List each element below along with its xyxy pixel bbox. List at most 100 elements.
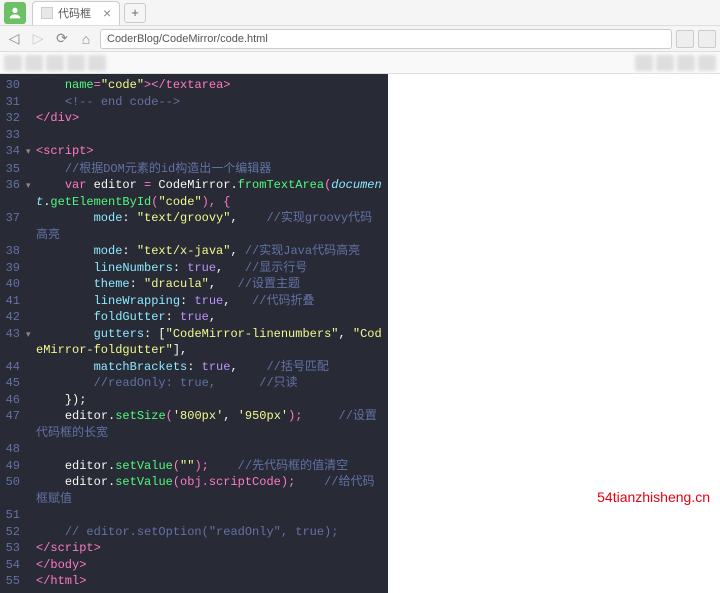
code-line[interactable]: 36▾ var editor = CodeMirror.fromTextArea…	[0, 177, 388, 210]
code-content[interactable]: gutters: ["CodeMirror-linenumbers", "Cod…	[36, 326, 388, 359]
code-line[interactable]: 40 theme: "dracula", //设置主题	[0, 276, 388, 293]
fold-marker-icon	[26, 441, 36, 458]
code-line[interactable]: 51	[0, 507, 388, 524]
code-line[interactable]: 49 editor.setValue(""); //先代码框的值清空	[0, 458, 388, 475]
line-number: 52	[0, 524, 26, 541]
code-content[interactable]: //根据DOM元素的id构造出一个编辑器	[36, 161, 388, 178]
code-line[interactable]: 34▾<script>	[0, 143, 388, 161]
fold-marker-icon	[26, 127, 36, 144]
close-icon[interactable]: ×	[103, 5, 111, 21]
new-tab-button[interactable]: +	[124, 3, 146, 23]
code-content[interactable]: mode: "text/x-java", //实现Java代码高亮	[36, 243, 388, 260]
fold-marker-icon	[26, 94, 36, 111]
code-content[interactable]: theme: "dracula", //设置主题	[36, 276, 388, 293]
code-content[interactable]: });	[36, 392, 388, 409]
code-line[interactable]: 30 name="code"></textarea>	[0, 77, 388, 94]
code-line[interactable]: 41 lineWrapping: true, //代码折叠	[0, 293, 388, 310]
code-line[interactable]: 44 matchBrackets: true, //括号匹配	[0, 359, 388, 376]
line-number: 34	[0, 143, 26, 161]
code-content[interactable]	[36, 441, 388, 458]
profile-avatar-icon[interactable]	[4, 2, 26, 24]
code-line[interactable]: 45 //readOnly: true, //只读	[0, 375, 388, 392]
line-number: 48	[0, 441, 26, 458]
code-content[interactable]	[36, 507, 388, 524]
code-line[interactable]: 35 //根据DOM元素的id构造出一个编辑器	[0, 161, 388, 178]
code-content[interactable]: </div>	[36, 110, 388, 127]
code-line[interactable]: 46 });	[0, 392, 388, 409]
line-number: 31	[0, 94, 26, 111]
line-number: 41	[0, 293, 26, 310]
code-content[interactable]: lineNumbers: true, //显示行号	[36, 260, 388, 277]
fold-marker-icon	[26, 474, 36, 507]
code-content[interactable]: name="code"></textarea>	[36, 77, 388, 94]
code-content[interactable]: <!-- end code-->	[36, 94, 388, 111]
fold-marker-icon	[26, 77, 36, 94]
line-number: 42	[0, 309, 26, 326]
code-editor[interactable]: 30 name="code"></textarea>31 <!-- end co…	[0, 74, 388, 593]
browser-tab[interactable]: 代码框 ×	[32, 1, 120, 25]
line-number: 44	[0, 359, 26, 376]
code-content[interactable]	[36, 127, 388, 144]
line-number: 46	[0, 392, 26, 409]
bookmark-item[interactable]	[656, 55, 674, 71]
bookmark-item[interactable]	[88, 55, 106, 71]
url-input[interactable]: CoderBlog/CodeMirror/code.html	[100, 29, 672, 49]
code-line[interactable]: 38 mode: "text/x-java", //实现Java代码高亮	[0, 243, 388, 260]
code-line[interactable]: 47 editor.setSize('800px', '950px'); //设…	[0, 408, 388, 441]
code-line[interactable]: 52 // editor.setOption("readOnly", true)…	[0, 524, 388, 541]
fold-marker-icon[interactable]: ▾	[26, 143, 36, 161]
code-content[interactable]: editor.setSize('800px', '950px'); //设置代码…	[36, 408, 388, 441]
line-number: 37	[0, 210, 26, 243]
code-line[interactable]: 55</html>	[0, 573, 388, 590]
bookmark-item[interactable]	[698, 55, 716, 71]
code-content[interactable]: <script>	[36, 143, 388, 161]
addrbar-right-controls	[676, 30, 716, 48]
code-line[interactable]: 32 </div>	[0, 110, 388, 127]
fold-marker-icon	[26, 507, 36, 524]
code-line[interactable]: 31 <!-- end code-->	[0, 94, 388, 111]
code-content[interactable]: //readOnly: true, //只读	[36, 375, 388, 392]
code-content[interactable]: editor.setValue(""); //先代码框的值清空	[36, 458, 388, 475]
fold-marker-icon	[26, 243, 36, 260]
extension-button[interactable]	[676, 30, 694, 48]
bookmark-item[interactable]	[25, 55, 43, 71]
code-line[interactable]: 53</script>	[0, 540, 388, 557]
code-content[interactable]: matchBrackets: true, //括号匹配	[36, 359, 388, 376]
code-line[interactable]: 50 editor.setValue(obj.scriptCode); //给代…	[0, 474, 388, 507]
fold-marker-icon	[26, 276, 36, 293]
bookmark-item[interactable]	[46, 55, 64, 71]
menu-button[interactable]	[698, 30, 716, 48]
code-content[interactable]: var editor = CodeMirror.fromTextArea(doc…	[36, 177, 388, 210]
code-line[interactable]: 48	[0, 441, 388, 458]
code-content[interactable]: // editor.setOption("readOnly", true);	[36, 524, 388, 541]
code-content[interactable]: editor.setValue(obj.scriptCode); //给代码框赋…	[36, 474, 388, 507]
code-content[interactable]: mode: "text/groovy", //实现groovy代码高亮	[36, 210, 388, 243]
bookmark-item[interactable]	[635, 55, 653, 71]
bookmark-item[interactable]	[677, 55, 695, 71]
line-number: 49	[0, 458, 26, 475]
code-content[interactable]: </script>	[36, 540, 388, 557]
code-line[interactable]: 33	[0, 127, 388, 144]
reload-button[interactable]: ⟳	[52, 29, 72, 49]
fold-marker-icon[interactable]: ▾	[26, 177, 36, 210]
code-line[interactable]: 43▾ gutters: ["CodeMirror-linenumbers", …	[0, 326, 388, 359]
bookmark-item[interactable]	[67, 55, 85, 71]
line-number: 32	[0, 110, 26, 127]
code-content[interactable]: lineWrapping: true, //代码折叠	[36, 293, 388, 310]
code-line[interactable]: 54</body>	[0, 557, 388, 574]
code-line[interactable]: 39 lineNumbers: true, //显示行号	[0, 260, 388, 277]
line-number: 39	[0, 260, 26, 277]
code-line[interactable]: 37 mode: "text/groovy", //实现groovy代码高亮	[0, 210, 388, 243]
bookmark-item[interactable]	[4, 55, 22, 71]
code-content[interactable]: foldGutter: true,	[36, 309, 388, 326]
address-bar: ◁ ▷ ⟳ ⌂ CoderBlog/CodeMirror/code.html	[0, 26, 720, 52]
code-content[interactable]: </body>	[36, 557, 388, 574]
code-content[interactable]: </html>	[36, 573, 388, 590]
back-button[interactable]: ◁	[4, 29, 24, 49]
line-number: 51	[0, 507, 26, 524]
fold-marker-icon	[26, 210, 36, 243]
home-button[interactable]: ⌂	[76, 29, 96, 49]
fold-marker-icon[interactable]: ▾	[26, 326, 36, 359]
code-line[interactable]: 42 foldGutter: true,	[0, 309, 388, 326]
forward-button[interactable]: ▷	[28, 29, 48, 49]
